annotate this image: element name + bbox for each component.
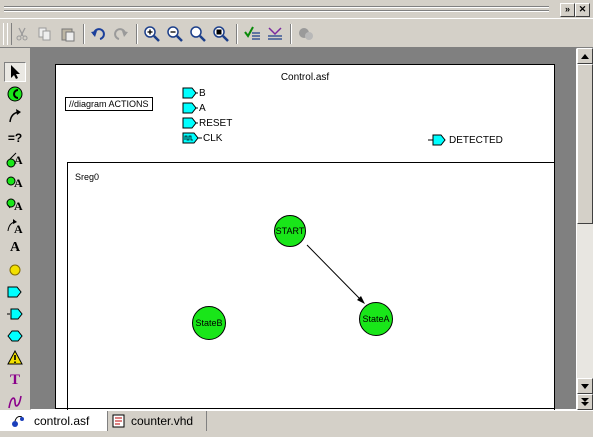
- close-window-button[interactable]: ✕: [575, 3, 590, 17]
- state-a[interactable]: StateA: [359, 302, 393, 336]
- svg-text:A: A: [14, 199, 23, 213]
- undo-icon[interactable]: [88, 24, 108, 44]
- scroll-thumb[interactable]: [577, 64, 593, 224]
- condition-tool[interactable]: =?: [4, 128, 26, 148]
- output-port-detected[interactable]: DETECTED: [428, 134, 503, 146]
- vertical-scrollbar[interactable]: [577, 48, 593, 410]
- vhdl-file-icon: [112, 414, 125, 428]
- port-label: CLK: [203, 132, 223, 144]
- circle-icon[interactable]: [4, 260, 26, 280]
- scroll-up-button[interactable]: [577, 48, 593, 64]
- transition-arrow[interactable]: [68, 163, 554, 413]
- actions-box[interactable]: //diagram ACTIONS: [65, 97, 153, 111]
- input-port-reset[interactable]: RESET: [182, 117, 232, 129]
- state-start[interactable]: START: [274, 215, 306, 247]
- output-port-icon[interactable]: [4, 304, 26, 324]
- state-machine-icon[interactable]: [4, 84, 26, 104]
- tab-counter-vhd[interactable]: counter.vhd: [108, 411, 210, 431]
- state-register-box[interactable]: Sreg0 START StateA StateB: [67, 162, 555, 414]
- diagram-page[interactable]: Control.asf //diagram ACTIONS B A RESET …: [55, 64, 555, 414]
- check-icon[interactable]: [242, 24, 262, 44]
- state-b[interactable]: StateB: [192, 306, 226, 340]
- bidir-port-icon[interactable]: [4, 326, 26, 346]
- state-diagram-file-icon: [12, 416, 24, 427]
- wire-icon[interactable]: [4, 392, 26, 412]
- copy-icon[interactable]: [35, 24, 55, 44]
- port-label: RESET: [199, 117, 233, 129]
- svg-text:A: A: [14, 153, 23, 167]
- main-toolbar: [0, 18, 593, 48]
- input-port-icon[interactable]: [4, 282, 26, 302]
- input-port-b[interactable]: B: [182, 87, 206, 99]
- exit-action-icon[interactable]: A: [4, 194, 26, 214]
- state-action-icon[interactable]: A: [4, 150, 26, 170]
- select-arrow-icon[interactable]: [4, 62, 26, 82]
- paste-icon[interactable]: [58, 24, 78, 44]
- transition-action-icon[interactable]: A: [4, 216, 26, 236]
- entry-action-icon[interactable]: A: [4, 172, 26, 192]
- scroll-down-button[interactable]: [577, 378, 593, 394]
- transition-icon[interactable]: [4, 106, 26, 126]
- tab-label: control.asf: [34, 414, 90, 428]
- port-label: A: [199, 102, 206, 114]
- text-tool[interactable]: A: [4, 238, 26, 258]
- tool-palette: =? A A A A A T: [0, 48, 28, 410]
- tab-label: counter.vhd: [131, 414, 194, 428]
- diagram-canvas[interactable]: Control.asf //diagram ACTIONS B A RESET …: [30, 48, 577, 414]
- scroll-page-down-button[interactable]: [577, 394, 593, 410]
- tab-control-asf[interactable]: control.asf: [0, 411, 108, 431]
- port-label: B: [199, 87, 206, 99]
- zoom-out-icon[interactable]: [165, 24, 185, 44]
- zoom-in-icon[interactable]: [142, 24, 162, 44]
- zoom-window-icon[interactable]: [211, 24, 231, 44]
- restore-window-button[interactable]: »: [560, 3, 575, 17]
- svg-text:A: A: [14, 176, 23, 190]
- svg-text:A: A: [14, 222, 23, 235]
- document-title-bar: » ✕: [0, 0, 593, 18]
- zoom-fit-icon[interactable]: [188, 24, 208, 44]
- generate-icon[interactable]: [265, 24, 285, 44]
- simulate-icon[interactable]: [296, 24, 316, 44]
- port-label: DETECTED: [449, 134, 503, 146]
- redo-icon[interactable]: [111, 24, 131, 44]
- label-tool[interactable]: T: [4, 370, 26, 390]
- cut-icon[interactable]: [12, 24, 32, 44]
- document-tab-strip: control.asf counter.vhd: [0, 410, 593, 437]
- input-port-a[interactable]: A: [182, 102, 206, 114]
- warning-icon[interactable]: [4, 348, 26, 368]
- diagram-title: Control.asf: [280, 72, 330, 83]
- input-port-clk[interactable]: CLK: [182, 132, 222, 144]
